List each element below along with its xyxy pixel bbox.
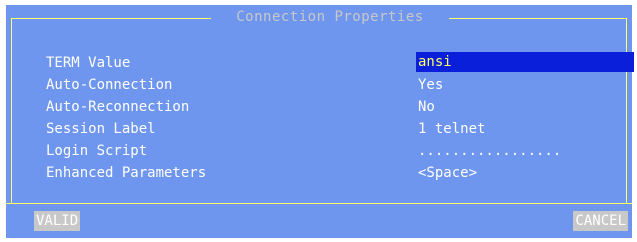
field-row-term-value[interactable]: TERM Value ansi <box>46 52 634 72</box>
frame-bottom-separator <box>6 203 632 204</box>
auto-reconnection-field[interactable]: No <box>418 98 435 116</box>
field-row-auto-connection[interactable]: Auto-Connection Yes <box>46 76 616 94</box>
field-label: TERM Value <box>46 55 131 71</box>
field-label: Auto-Connection <box>46 77 173 93</box>
session-label-field[interactable]: 1 telnet <box>418 120 485 138</box>
frame-right-border <box>626 18 627 203</box>
dialog-title: Connection Properties <box>211 8 449 27</box>
connection-properties-dialog: Connection Properties TERM Value ansi Au… <box>6 5 634 238</box>
login-script-field[interactable]: ................. <box>418 142 561 160</box>
field-label: Auto-Reconnection <box>46 99 190 115</box>
enhanced-parameters-field[interactable]: <Space> <box>418 164 477 182</box>
frame-left-border <box>11 18 12 203</box>
field-label: Enhanced Parameters <box>46 165 207 181</box>
auto-connection-field[interactable]: Yes <box>418 76 443 94</box>
field-label: Login Script <box>46 143 148 159</box>
cancel-button[interactable]: CANCEL <box>573 211 628 231</box>
field-row-login-script[interactable]: Login Script ................. <box>46 142 616 160</box>
term-value-field[interactable]: ansi <box>416 52 634 72</box>
terminal-screen: Connection Properties TERM Value ansi Au… <box>0 0 637 242</box>
field-row-enhanced-parameters[interactable]: Enhanced Parameters <Space> <box>46 164 616 182</box>
field-label: Session Label <box>46 121 156 137</box>
valid-button[interactable]: VALID <box>34 211 81 231</box>
field-row-auto-reconnection[interactable]: Auto-Reconnection No <box>46 98 616 116</box>
field-row-session-label[interactable]: Session Label 1 telnet <box>46 120 616 138</box>
